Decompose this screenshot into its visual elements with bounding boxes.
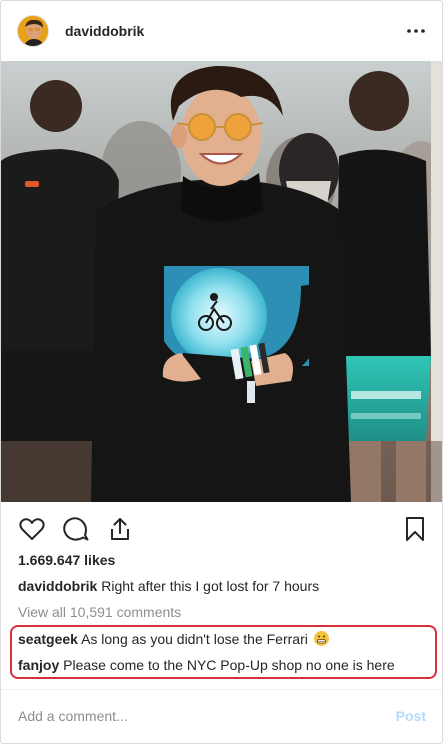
grimacing-face-emoji: [313, 631, 329, 646]
action-bar: [1, 509, 442, 549]
comment-item: seatgeek As long as you didn't lose the …: [18, 631, 329, 647]
add-comment-input[interactable]: [18, 705, 378, 727]
view-all-comments-link[interactable]: View all 10,591 comments: [18, 604, 181, 620]
comment-author[interactable]: seatgeek: [18, 631, 78, 647]
comment-bubble-icon[interactable]: [62, 515, 90, 543]
bookmark-icon[interactable]: [401, 515, 429, 543]
avatar[interactable]: [17, 15, 49, 47]
comment-text: As long as you didn't lose the Ferrari: [81, 631, 308, 647]
post-photo[interactable]: [1, 61, 442, 502]
comment-text: Please come to the NYC Pop-Up shop no on…: [63, 657, 395, 673]
share-icon[interactable]: [106, 515, 134, 543]
post-header: daviddobrik: [1, 1, 442, 61]
caption-text: Right after this I got lost for 7 hours: [101, 578, 320, 594]
post-card: daviddobrik 1.669.647 likes daviddobrik …: [0, 0, 443, 744]
caption-author[interactable]: daviddobrik: [18, 578, 97, 594]
comment-item: fanjoy Please come to the NYC Pop-Up sho…: [18, 657, 395, 673]
post-caption: daviddobrik Right after this I got lost …: [18, 578, 319, 594]
heart-icon[interactable]: [18, 515, 46, 543]
comment-author[interactable]: fanjoy: [18, 657, 59, 673]
post-comment-button[interactable]: Post: [396, 708, 426, 724]
more-horizontal-icon[interactable]: [404, 19, 428, 43]
post-username[interactable]: daviddobrik: [65, 23, 144, 39]
likes-count[interactable]: 1.669.647 likes: [18, 552, 115, 568]
divider: [1, 689, 442, 690]
